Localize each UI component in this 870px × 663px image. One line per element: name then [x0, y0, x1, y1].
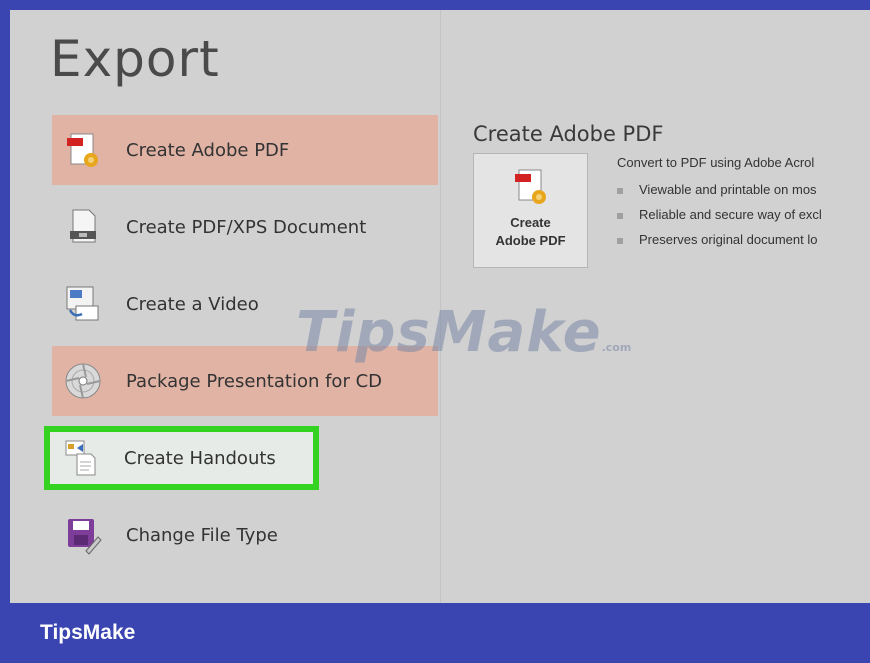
footer-brand: TipsMake [40, 621, 136, 644]
bullet-icon [617, 212, 623, 219]
menu-item-label: Create a Video [126, 293, 259, 315]
pdf-doc-icon [62, 129, 104, 171]
bullet-icon [617, 237, 623, 244]
menu-item-create-adobe-pdf[interactable]: Create Adobe PDF [52, 115, 438, 185]
bullet-item: Preserves original document lo [617, 232, 817, 247]
menu-item-change-file-type[interactable]: Change File Type [52, 500, 438, 570]
export-window: Export Create Adobe PDF Create PDF/XPS D… [10, 10, 870, 603]
bullet-item: Reliable and secure way of excl [617, 207, 822, 222]
bullet-text: Reliable and secure way of excl [639, 207, 822, 222]
menu-item-label: Create Adobe PDF [126, 139, 290, 161]
file-type-icon [62, 514, 104, 556]
xps-doc-icon [62, 206, 104, 248]
button-label-line2: Adobe PDF [495, 233, 566, 248]
watermark-suffix: .com [601, 341, 632, 354]
watermark-text: TipsMake [296, 300, 602, 365]
handouts-icon [60, 437, 102, 479]
menu-item-create-pdf-xps[interactable]: Create PDF/XPS Document [52, 192, 438, 262]
bullet-icon [617, 187, 623, 194]
menu-item-label: Package Presentation for CD [126, 370, 382, 392]
button-label-line1: Create [510, 215, 551, 230]
menu-item-create-handouts[interactable]: Create Handouts [44, 426, 319, 490]
menu-item-label: Create PDF/XPS Document [126, 216, 367, 238]
panel-description: Convert to PDF using Adobe Acrol [617, 155, 815, 170]
footer-bar: TipsMake [0, 603, 870, 663]
pdf-doc-icon [511, 166, 551, 208]
video-icon [62, 283, 104, 325]
panel-title: Create Adobe PDF [473, 122, 664, 146]
menu-item-label: Create Handouts [124, 447, 276, 469]
button-label: Create Adobe PDF [495, 214, 565, 250]
page-title: Export [50, 30, 220, 88]
bullet-item: Viewable and printable on mos [617, 182, 817, 197]
bullet-text: Viewable and printable on mos [639, 182, 817, 197]
watermark: TipsMake.com [296, 300, 631, 365]
create-adobe-pdf-button[interactable]: Create Adobe PDF [473, 153, 588, 268]
cd-icon [62, 360, 104, 402]
bullet-text: Preserves original document lo [639, 232, 818, 247]
menu-item-label: Change File Type [126, 524, 278, 546]
